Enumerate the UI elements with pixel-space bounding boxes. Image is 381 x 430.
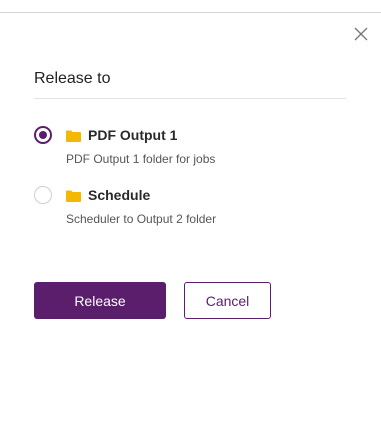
folder-icon [66,129,81,142]
folder-icon [66,189,81,202]
radio-schedule[interactable] [34,186,52,204]
option-description: Scheduler to Output 2 folder [66,212,217,226]
radio-pdf-output-1[interactable] [34,126,52,144]
option-pdf-output-1[interactable]: PDF Output 1 PDF Output 1 folder for job… [34,126,334,166]
option-label: Schedule [88,187,151,203]
title-divider [34,98,346,99]
release-button[interactable]: Release [34,282,166,319]
top-border [0,12,381,13]
cancel-button[interactable]: Cancel [184,282,271,319]
dialog-title: Release to [34,70,111,87]
option-label: PDF Output 1 [88,127,178,143]
option-schedule[interactable]: Schedule Scheduler to Output 2 folder [34,186,334,226]
option-description: PDF Output 1 folder for jobs [66,152,216,166]
release-dialog: Release to PDF Output 1 PDF Output 1 fol… [0,0,381,430]
close-icon[interactable] [353,26,369,42]
